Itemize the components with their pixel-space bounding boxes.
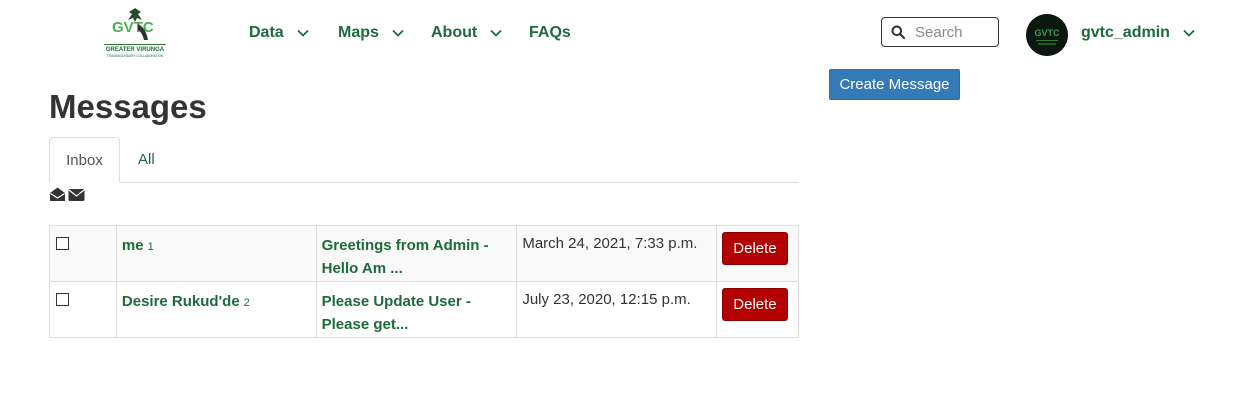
nav-data-label: Data [249,24,284,41]
user-menu[interactable]: gvtc_admin [1081,24,1196,42]
logo-text: GVTC [112,19,154,36]
delete-button[interactable]: Delete [721,232,788,265]
select-checkbox[interactable] [56,293,69,306]
subject-link[interactable]: Greetings from Admin - Hello Am ... [322,234,512,280]
message-tabs: Inbox All [49,137,799,183]
nav-about-label: About [431,24,478,41]
sender-name: me [121,237,144,254]
sender-link[interactable]: Desire Rukud'de 2 [122,291,250,314]
subject-line-2: Hello Am ... [321,260,403,277]
envelope-open-icon[interactable] [49,186,66,202]
mail-toolbar [49,186,85,202]
chevron-down-icon [392,29,404,37]
search-input[interactable] [915,23,985,41]
delete-button[interactable]: Delete [721,288,788,321]
nav-maps[interactable]: Maps [338,24,405,42]
message-date: July 23, 2020, 12:15 p.m. [522,291,691,308]
nav-about[interactable]: About [431,24,503,42]
nav-faqs-label: FAQs [529,24,571,41]
chevron-down-icon [1183,29,1195,37]
create-message-button[interactable]: Create Message [829,69,960,100]
avatar[interactable]: GVTC [1026,14,1068,56]
logo-subtext: GREATER VIRUNGA [106,47,165,53]
sender-link[interactable]: me 1 [122,235,154,258]
tab-all[interactable]: All [138,137,155,182]
search-box[interactable] [881,17,999,47]
nav-maps-label: Maps [338,24,379,41]
chevron-down-icon [297,29,309,37]
nav-faqs[interactable]: FAQs [529,24,571,42]
gvtc-logo[interactable]: GVTC GREATER VIRUNGA TRANSBOUNDARY COLLA… [100,6,170,58]
envelope-icon[interactable] [68,186,85,202]
select-checkbox[interactable] [56,237,69,250]
message-count: 1 [147,241,154,253]
subject-link[interactable]: Please Update User - Please get... [322,290,512,336]
table-row: Desire Rukud'de 2 Please Update User - Ple… [49,281,800,338]
table-row: me 1 Greetings from Admin - Hello Am ... M… [49,225,800,282]
message-date: March 24, 2021, 7:33 p.m. [522,235,698,252]
messages-table: me 1 Greetings from Admin - Hello Am ... M… [49,225,800,338]
user-name: gvtc_admin [1081,24,1170,41]
nav-data[interactable]: Data [249,24,310,42]
logo-tagline: TRANSBOUNDARY COLLABORATION [107,54,164,58]
subject-line-1: Greetings from Admin - [321,237,489,254]
tab-inbox[interactable]: Inbox [49,137,120,183]
page-title: Messages [49,88,207,125]
sender-name: Desire Rukud'de [121,293,240,310]
avatar-logo-text: GVTC [1034,28,1060,38]
message-count: 2 [243,297,250,309]
chevron-down-icon [490,29,502,37]
search-icon[interactable] [891,25,905,39]
subject-line-1: Please Update User - [321,293,471,310]
subject-line-2: Please get... [321,316,409,333]
